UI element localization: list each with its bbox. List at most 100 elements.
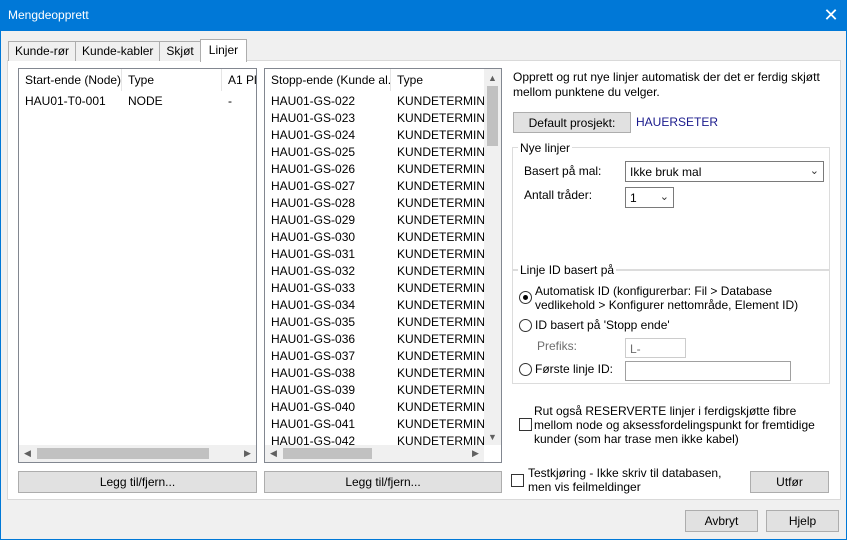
list-item[interactable]: HAU01-GS-037 KUNDETERMINE (265, 348, 486, 365)
stop-list-vscrollbar[interactable]: ▲ ▼ (484, 69, 501, 445)
list-cell: KUNDETERMINE (397, 128, 486, 142)
stop-list-hscrollbar[interactable]: ◀ ▶ (265, 445, 484, 462)
list-cell: KUNDETERMINE (397, 196, 486, 210)
list-cell: HAU01-GS-029 (271, 213, 356, 227)
list-cell: KUNDETERMINE (397, 281, 486, 295)
list-cell: HAU01-GS-037 (271, 349, 356, 363)
list-item[interactable]: HAU01-GS-040 KUNDETERMINE (265, 399, 486, 416)
list-item[interactable]: HAU01-GS-025 KUNDETERMINE (265, 144, 486, 161)
first-line-id-input[interactable] (625, 361, 791, 381)
list-cell: HAU01-GS-026 (271, 162, 356, 176)
list-item[interactable]: HAU01-GS-041 KUNDETERMINE (265, 416, 486, 433)
chevron-down-icon: ⌄ (809, 165, 819, 177)
test-run-checkbox[interactable] (511, 474, 524, 487)
stop-end-id-label[interactable]: ID basert på 'Stopp ende' (535, 318, 670, 332)
scroll-right-icon[interactable]: ▶ (239, 445, 256, 462)
reserved-lines-checkbox[interactable] (519, 418, 532, 431)
list-item[interactable]: HAU01-T0-001 NODE - (19, 93, 256, 110)
list-cell: NODE (128, 94, 163, 108)
cancel-button[interactable]: Avbryt (685, 510, 758, 532)
list-item[interactable]: HAU01-GS-039 KUNDETERMINE (265, 382, 486, 399)
template-select[interactable]: Ikke bruk mal ⌄ (625, 161, 824, 182)
auto-id-label[interactable]: Automatisk ID (konfigurerbar: Fil > Data… (535, 284, 825, 312)
list-item[interactable]: HAU01-GS-035 KUNDETERMINE (265, 314, 486, 331)
stop-end-id-radio[interactable] (519, 319, 532, 332)
prefix-input[interactable]: L- (625, 338, 686, 358)
stop-add-remove-button[interactable]: Legg til/fjern... (264, 471, 502, 493)
start-list-header: Start-ende (Node) Type A1 Pl (19, 69, 256, 91)
list-cell: KUNDETERMINE (397, 94, 486, 108)
list-cell: KUNDETERMINE (397, 162, 486, 176)
tab-skjot[interactable]: Skjøt (159, 41, 201, 61)
start-list-hscrollbar[interactable]: ◀ ▶ (19, 445, 256, 462)
column-header-a1[interactable]: A1 Pl (222, 69, 256, 91)
list-cell: HAU01-GS-032 (271, 264, 356, 278)
scroll-thumb[interactable] (37, 448, 209, 459)
list-cell: KUNDETERMINE (397, 264, 486, 278)
list-item[interactable]: HAU01-GS-042 KUNDETERMINE (265, 433, 486, 445)
list-cell: HAU01-GS-034 (271, 298, 356, 312)
execute-button[interactable]: Utfør (750, 471, 829, 493)
threads-select[interactable]: 1 ⌄ (625, 187, 674, 208)
list-cell: KUNDETERMINE (397, 366, 486, 380)
first-line-id-radio[interactable] (519, 363, 532, 376)
scroll-thumb[interactable] (487, 86, 498, 146)
list-item[interactable]: HAU01-GS-034 KUNDETERMINE (265, 297, 486, 314)
list-item[interactable]: HAU01-GS-024 KUNDETERMINE (265, 127, 486, 144)
list-item[interactable]: HAU01-GS-031 KUNDETERMINE (265, 246, 486, 263)
scroll-down-icon[interactable]: ▼ (484, 428, 501, 445)
list-cell: HAU01-GS-031 (271, 247, 356, 261)
title-bar: Mengdeopprett ✕ (0, 0, 847, 31)
list-item[interactable]: HAU01-GS-038 KUNDETERMINE (265, 365, 486, 382)
scroll-right-icon[interactable]: ▶ (467, 445, 484, 462)
list-cell: HAU01-GS-041 (271, 417, 356, 431)
reserved-lines-label[interactable]: Rut også RESERVERTE linjer i ferdigskjøt… (534, 404, 830, 446)
start-list-body: HAU01-T0-001 NODE - (19, 93, 256, 110)
tab-kunde-kabler[interactable]: Kunde-kabler (75, 41, 161, 61)
scroll-left-icon[interactable]: ◀ (265, 445, 282, 462)
list-cell: HAU01-GS-025 (271, 145, 356, 159)
list-cell: KUNDETERMINE (397, 213, 486, 227)
scroll-up-icon[interactable]: ▲ (484, 69, 501, 86)
list-item[interactable]: HAU01-GS-028 KUNDETERMINE (265, 195, 486, 212)
list-item[interactable]: HAU01-GS-030 KUNDETERMINE (265, 229, 486, 246)
column-header-start-node[interactable]: Start-ende (Node) (19, 69, 122, 91)
tab-kunde-ror[interactable]: Kunde-rør (8, 41, 77, 61)
default-project-value: HAUERSETER (636, 115, 719, 129)
list-cell: KUNDETERMINE (397, 111, 486, 125)
stop-node-list[interactable]: Stopp-ende (Kunde al... Type HAU01-GS-02… (264, 68, 502, 463)
help-button[interactable]: Hjelp (766, 510, 839, 532)
list-cell: HAU01-GS-036 (271, 332, 356, 346)
auto-id-radio[interactable] (519, 291, 532, 304)
description-text: Opprett og rut nye linjer automatisk der… (513, 70, 820, 99)
list-item[interactable]: HAU01-GS-032 KUNDETERMINE (265, 263, 486, 280)
list-item[interactable]: HAU01-GS-022 KUNDETERMINE (265, 93, 486, 110)
tab-linjer[interactable]: Linjer (199, 39, 248, 62)
column-header-type[interactable]: Type (391, 69, 486, 91)
column-header-stop-end[interactable]: Stopp-ende (Kunde al... (265, 69, 391, 91)
list-item[interactable]: HAU01-GS-023 KUNDETERMINE (265, 110, 486, 127)
start-add-remove-button[interactable]: Legg til/fjern... (18, 471, 257, 493)
list-item[interactable]: HAU01-GS-033 KUNDETERMINE (265, 280, 486, 297)
list-item[interactable]: HAU01-GS-029 KUNDETERMINE (265, 212, 486, 229)
list-item[interactable]: HAU01-GS-026 KUNDETERMINE (265, 161, 486, 178)
start-node-list[interactable]: Start-ende (Node) Type A1 Pl HAU01-T0-00… (18, 68, 257, 463)
list-cell: HAU01-GS-038 (271, 366, 356, 380)
scroll-left-icon[interactable]: ◀ (19, 445, 36, 462)
list-cell: HAU01-GS-022 (271, 94, 356, 108)
close-icon[interactable]: ✕ (815, 0, 847, 31)
stop-list-body: HAU01-GS-022 KUNDETERMINE HAU01-GS-023 KUND… (265, 93, 486, 445)
list-cell: - (228, 94, 232, 108)
list-cell: KUNDETERMINE (397, 179, 486, 193)
test-run-label[interactable]: Testkjøring - Ikke skriv til databasen, … (528, 466, 724, 494)
list-item[interactable]: HAU01-GS-036 KUNDETERMINE (265, 331, 486, 348)
first-line-id-label[interactable]: Første linje ID: (535, 362, 613, 376)
default-project-button[interactable]: Default prosjekt: (513, 112, 631, 133)
scroll-thumb[interactable] (283, 448, 372, 459)
column-header-type[interactable]: Type (122, 69, 222, 91)
list-cell: HAU01-GS-030 (271, 230, 356, 244)
list-cell: HAU01-GS-023 (271, 111, 356, 125)
list-cell: HAU01-GS-024 (271, 128, 356, 142)
line-id-group-title: Linje ID basert på (518, 263, 617, 277)
list-item[interactable]: HAU01-GS-027 KUNDETERMINE (265, 178, 486, 195)
